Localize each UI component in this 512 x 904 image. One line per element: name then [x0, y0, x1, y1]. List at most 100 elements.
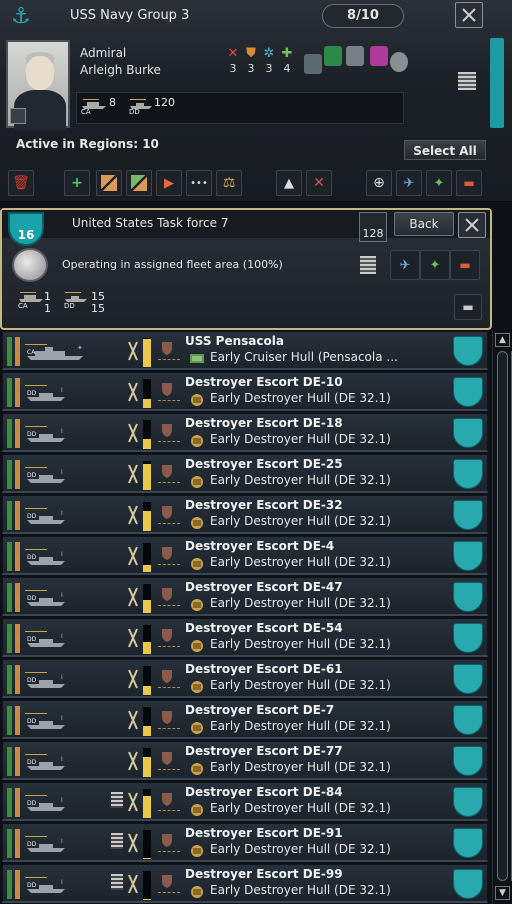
ship-row[interactable]: DD I Destroyer Escort DE-7 Early Destroyer …: [2, 700, 488, 739]
destroyer-ship-icon: DD I: [25, 836, 65, 852]
strength-fill: [143, 642, 151, 654]
ledger-icon[interactable]: [360, 256, 376, 274]
taskforce-shield-icon[interactable]: [453, 787, 483, 817]
trait-icon-3[interactable]: [346, 46, 364, 66]
scrollbar[interactable]: ▲ ▼: [492, 331, 512, 904]
taskforce-shield-icon[interactable]: [453, 746, 483, 776]
transfer-button[interactable]: ▶: [156, 170, 182, 196]
maneuver-icon: ✲: [263, 46, 275, 61]
type-label: DD: [27, 800, 37, 807]
back-button[interactable]: Back: [394, 212, 454, 236]
taskforce-shield-icon[interactable]: [453, 582, 483, 612]
svg-text:I: I: [61, 551, 63, 558]
close-button[interactable]: [455, 2, 483, 28]
ship-name[interactable]: Destroyer Escort DE-18: [185, 416, 343, 430]
ledger-icon[interactable]: [458, 72, 476, 90]
air-mission-button[interactable]: ✈: [390, 250, 420, 280]
scroll-up-button[interactable]: ▲: [495, 333, 510, 347]
ship-row[interactable]: DD I Destroyer Escort DE-61 Early Destroyer…: [2, 659, 488, 698]
ship-row[interactable]: DD I Destroyer Escort DE-47 Early Destroyer…: [2, 577, 488, 616]
trait-icon-2[interactable]: [324, 46, 342, 66]
trait-icon-4[interactable]: [370, 46, 388, 66]
taskforce-shield-icon[interactable]: [453, 664, 483, 694]
patrol-mission-button[interactable]: ▬: [450, 250, 480, 280]
range-indicator: [158, 564, 180, 565]
taskforce-shield-icon[interactable]: [453, 377, 483, 407]
mission-button[interactable]: ✈: [396, 170, 422, 196]
ship-name[interactable]: Destroyer Escort DE-91: [185, 826, 343, 840]
mission-icon: ✈: [403, 175, 415, 191]
type-label: DD: [27, 677, 37, 684]
ship-row[interactable]: DD I Destroyer Escort DE-84 Early Destroyer…: [2, 782, 488, 821]
taskforce-shield-icon[interactable]: [453, 459, 483, 489]
split-button[interactable]: [126, 170, 152, 196]
strike-button[interactable]: ✦: [426, 170, 452, 196]
fleet-side-tab[interactable]: [490, 38, 504, 128]
mission-globe-icon[interactable]: [12, 248, 48, 282]
taskforce-shield-icon[interactable]: [453, 418, 483, 448]
trait-icon-1[interactable]: [304, 54, 322, 74]
scroll-down-button[interactable]: ▼: [495, 886, 510, 900]
ship-name[interactable]: Destroyer Escort DE-61: [185, 662, 343, 676]
type-label: DD: [27, 882, 37, 889]
ship-name[interactable]: Destroyer Escort DE-25: [185, 457, 343, 471]
ship-list[interactable]: CA ✦ USS Pensacola Early Cruiser Hull (Pens…: [2, 331, 490, 904]
ship-view-button[interactable]: ▬: [454, 294, 482, 320]
organization-bar: [7, 542, 12, 571]
admiral-portrait[interactable]: [6, 40, 70, 130]
hull-name: Early Destroyer Hull (DE 32.1): [210, 801, 391, 815]
scroll-thumb[interactable]: [497, 351, 508, 881]
admiral-badge-icon: [10, 108, 26, 124]
range-indicator: [158, 687, 180, 688]
ship-name[interactable]: Destroyer Escort DE-54: [185, 621, 343, 635]
taskforce-shield-icon[interactable]: [453, 500, 483, 530]
taskforce-title[interactable]: United States Task force 7: [72, 216, 228, 230]
spread-button[interactable]: •••: [186, 170, 212, 196]
upgrade-button[interactable]: ▲: [276, 170, 302, 196]
armor-shield-icon: [162, 547, 172, 560]
ship-name[interactable]: Destroyer Escort DE-77: [185, 744, 343, 758]
ship-row[interactable]: DD I Destroyer Escort DE-91 Early Destroyer…: [2, 823, 488, 862]
add-taskforce-button[interactable]: +: [64, 170, 90, 196]
add-ship-button[interactable]: ⊕: [366, 170, 392, 196]
ship-name[interactable]: Destroyer Escort DE-4: [185, 539, 334, 553]
trait-icon-5[interactable]: [390, 52, 408, 72]
defense-skill: ⛊ 3: [242, 46, 260, 75]
merge-button[interactable]: [96, 170, 122, 196]
taskforce-shield-icon[interactable]: [453, 541, 483, 571]
balance-button[interactable]: ⚖: [216, 170, 242, 196]
patrol-button[interactable]: ▬: [456, 170, 482, 196]
ship-name[interactable]: Destroyer Escort DE-84: [185, 785, 343, 799]
up-arrow-icon: ▲: [284, 175, 294, 191]
ship-row[interactable]: DD I Destroyer Escort DE-32 Early Destroyer…: [2, 495, 488, 534]
ship-row[interactable]: DD I Destroyer Escort DE-10 Early Destroyer…: [2, 372, 488, 411]
repair-button[interactable]: ✕: [306, 170, 332, 196]
ship-name[interactable]: Destroyer Escort DE-47: [185, 580, 343, 594]
ship-row[interactable]: DD I Destroyer Escort DE-77 Early Destroyer…: [2, 741, 488, 780]
taskforce-close-button[interactable]: [458, 212, 486, 238]
ship-row[interactable]: CA ✦ USS Pensacola Early Cruiser Hull (Pens…: [2, 331, 488, 370]
ship-row[interactable]: DD I Destroyer Escort DE-4 Early Destroyer …: [2, 536, 488, 575]
taskforce-strength[interactable]: 16: [8, 212, 44, 246]
crossed-swords-icon: [128, 382, 138, 402]
ship-row[interactable]: DD I Destroyer Escort DE-54 Early Destroyer…: [2, 618, 488, 657]
select-all-button[interactable]: Select All: [404, 140, 486, 160]
ship-name[interactable]: Destroyer Escort DE-99: [185, 867, 343, 881]
taskforce-shield-icon[interactable]: [453, 828, 483, 858]
strike-mission-button[interactable]: ✦: [420, 250, 450, 280]
taskforce-shield-icon[interactable]: [453, 623, 483, 653]
taskforce-shield-icon[interactable]: [453, 336, 483, 366]
ship-name[interactable]: Destroyer Escort DE-32: [185, 498, 343, 512]
ship-row[interactable]: DD I Destroyer Escort DE-18 Early Destroyer…: [2, 413, 488, 452]
ship-name[interactable]: Destroyer Escort DE-10: [185, 375, 343, 389]
taskforce-shield-icon[interactable]: [453, 705, 483, 735]
fleet-title[interactable]: USS Navy Group 3: [70, 8, 189, 23]
taskforce-shield-icon[interactable]: [453, 869, 483, 899]
ship-name[interactable]: USS Pensacola: [185, 334, 284, 348]
range-indicator: [158, 482, 180, 483]
delete-button[interactable]: 🗑: [8, 170, 34, 196]
ship-row[interactable]: DD I Destroyer Escort DE-99 Early Destroyer…: [2, 864, 488, 903]
ship-name[interactable]: Destroyer Escort DE-7: [185, 703, 334, 717]
ship-row[interactable]: DD I Destroyer Escort DE-25 Early Destroyer…: [2, 454, 488, 493]
svg-text:I: I: [61, 838, 63, 845]
